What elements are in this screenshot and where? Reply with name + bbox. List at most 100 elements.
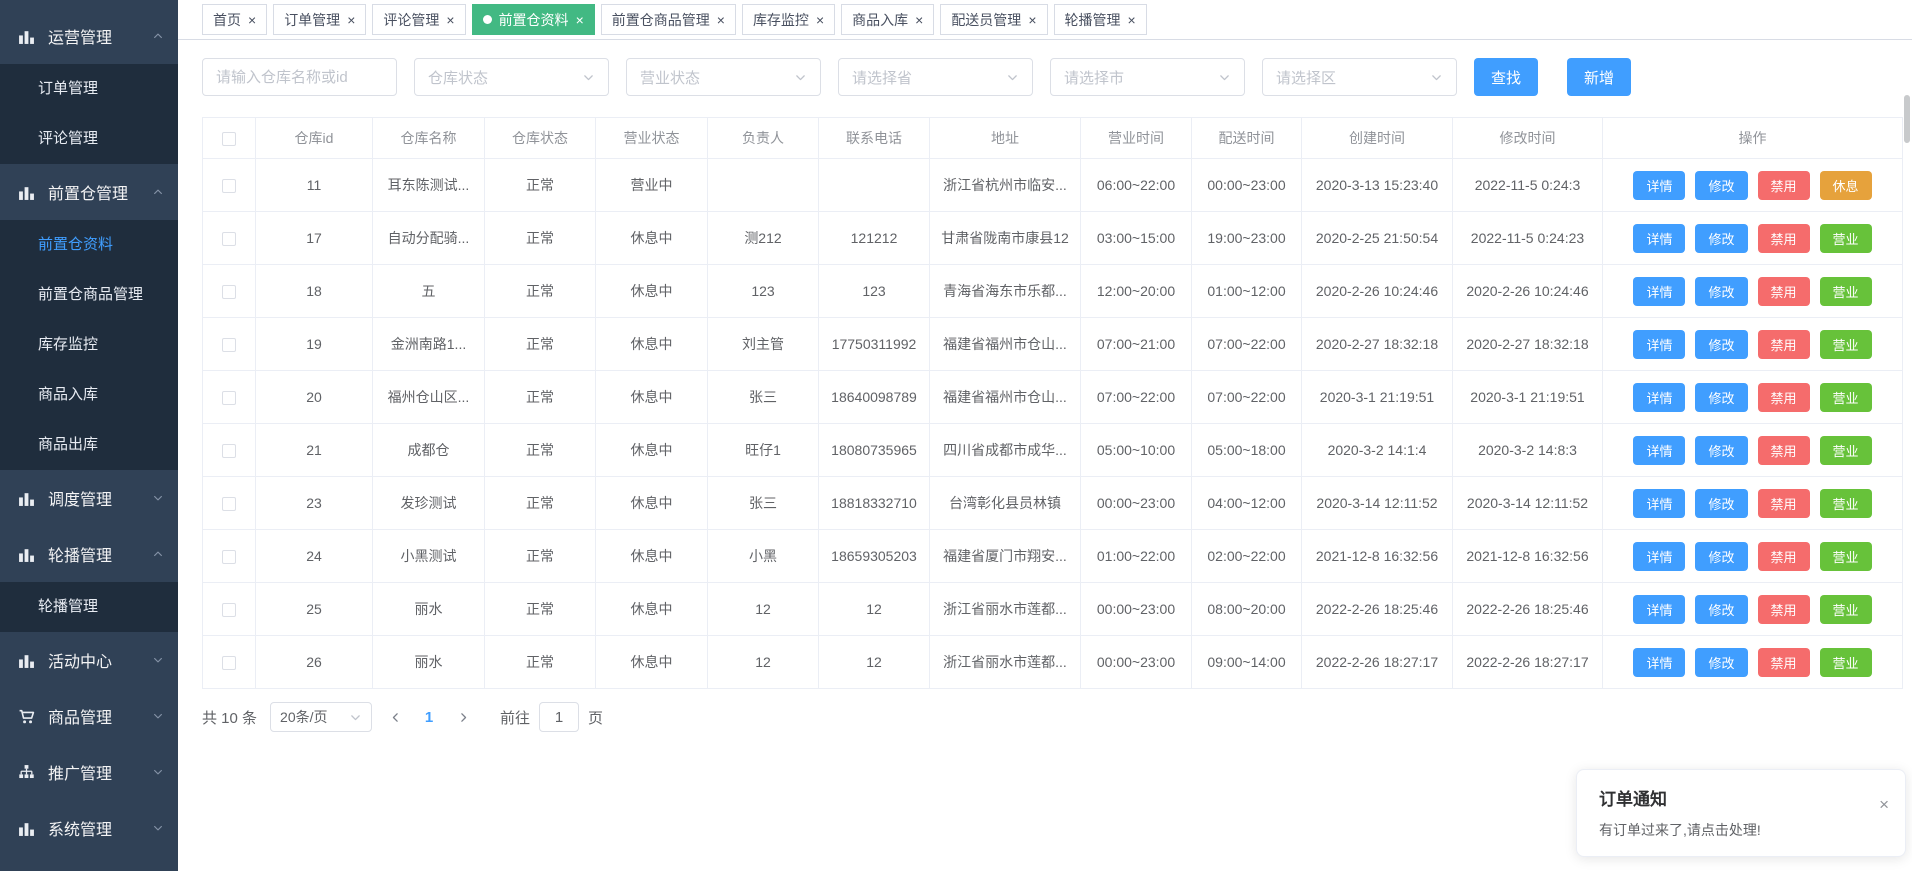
toggle-business-button[interactable]: 营业 xyxy=(1820,330,1872,359)
sidebar-subitem-1-2[interactable]: 库存监控 xyxy=(0,320,178,370)
toggle-business-button[interactable]: 营业 xyxy=(1820,383,1872,412)
detail-button[interactable]: 详情 xyxy=(1633,171,1685,200)
tab-6[interactable]: 商品入库× xyxy=(841,4,934,35)
sidebar-item-1[interactable]: 前置仓管理 xyxy=(0,164,178,220)
row-checkbox[interactable] xyxy=(222,444,236,458)
scrollbar-thumb[interactable] xyxy=(1904,95,1910,143)
sidebar-subitem-1-0[interactable]: 前置仓资料 xyxy=(0,220,178,270)
row-checkbox[interactable] xyxy=(222,656,236,670)
sidebar-item-4[interactable]: 活动中心 xyxy=(0,632,178,688)
disable-button[interactable]: 禁用 xyxy=(1758,648,1810,677)
row-checkbox[interactable] xyxy=(222,179,236,193)
detail-button[interactable]: 详情 xyxy=(1633,489,1685,518)
row-checkbox[interactable] xyxy=(222,391,236,405)
notification-close-icon[interactable]: × xyxy=(1879,796,1889,813)
disable-button[interactable]: 禁用 xyxy=(1758,595,1810,624)
disable-button[interactable]: 禁用 xyxy=(1758,542,1810,571)
page-size-select[interactable]: 20条/页 xyxy=(270,702,372,732)
row-checkbox[interactable] xyxy=(222,338,236,352)
sidebar-subitem-0-0[interactable]: 订单管理 xyxy=(0,64,178,114)
tab-close-icon[interactable]: × xyxy=(1028,13,1036,27)
tab-0[interactable]: 首页× xyxy=(202,4,267,35)
disable-button[interactable]: 禁用 xyxy=(1758,277,1810,306)
disable-button[interactable]: 禁用 xyxy=(1758,383,1810,412)
tab-5[interactable]: 库存监控× xyxy=(742,4,835,35)
tab-close-icon[interactable]: × xyxy=(1128,13,1136,27)
disable-button[interactable]: 禁用 xyxy=(1758,224,1810,253)
sidebar-subitem-3-0[interactable]: 轮播管理 xyxy=(0,582,178,632)
sidebar-item-3[interactable]: 轮播管理 xyxy=(0,526,178,582)
filter-select-1[interactable]: 营业状态 xyxy=(626,58,821,96)
sidebar-item-0[interactable]: 运营管理 xyxy=(0,8,178,64)
disable-button[interactable]: 禁用 xyxy=(1758,171,1810,200)
sidebar-item-2[interactable]: 调度管理 xyxy=(0,470,178,526)
edit-button[interactable]: 修改 xyxy=(1695,436,1747,465)
tab-4[interactable]: 前置仓商品管理× xyxy=(601,4,736,35)
disable-button[interactable]: 禁用 xyxy=(1758,330,1810,359)
detail-button[interactable]: 详情 xyxy=(1633,436,1685,465)
next-page-button[interactable] xyxy=(448,702,478,732)
filter-select-0[interactable]: 仓库状态 xyxy=(414,58,609,96)
edit-button[interactable]: 修改 xyxy=(1695,489,1747,518)
edit-button[interactable]: 修改 xyxy=(1695,330,1747,359)
tab-close-icon[interactable]: × xyxy=(347,13,355,27)
toggle-business-button[interactable]: 休息 xyxy=(1820,171,1872,200)
filter-select-2[interactable]: 请选择省 xyxy=(838,58,1033,96)
prev-page-button[interactable] xyxy=(380,702,410,732)
tab-close-icon[interactable]: × xyxy=(816,13,824,27)
current-page[interactable]: 1 xyxy=(418,709,440,726)
sidebar-item-6[interactable]: 推广管理 xyxy=(0,744,178,800)
tab-7[interactable]: 配送员管理× xyxy=(940,4,1047,35)
toggle-business-button[interactable]: 营业 xyxy=(1820,542,1872,571)
toggle-business-button[interactable]: 营业 xyxy=(1820,489,1872,518)
toggle-business-button[interactable]: 营业 xyxy=(1820,436,1872,465)
toggle-business-button[interactable]: 营业 xyxy=(1820,595,1872,624)
row-checkbox[interactable] xyxy=(222,550,236,564)
row-checkbox[interactable] xyxy=(222,603,236,617)
tab-2[interactable]: 评论管理× xyxy=(372,4,465,35)
detail-button[interactable]: 详情 xyxy=(1633,542,1685,571)
toggle-business-button[interactable]: 营业 xyxy=(1820,224,1872,253)
add-button[interactable]: 新增 xyxy=(1567,58,1631,96)
tab-1[interactable]: 订单管理× xyxy=(273,4,366,35)
goto-page-input[interactable] xyxy=(539,702,579,732)
sidebar-subitem-1-3[interactable]: 商品入库 xyxy=(0,370,178,420)
edit-button[interactable]: 修改 xyxy=(1695,383,1747,412)
disable-button[interactable]: 禁用 xyxy=(1758,489,1810,518)
edit-button[interactable]: 修改 xyxy=(1695,171,1747,200)
detail-button[interactable]: 详情 xyxy=(1633,224,1685,253)
sidebar-item-5[interactable]: 商品管理 xyxy=(0,688,178,744)
row-checkbox[interactable] xyxy=(222,497,236,511)
detail-button[interactable]: 详情 xyxy=(1633,383,1685,412)
edit-button[interactable]: 修改 xyxy=(1695,224,1747,253)
tab-close-icon[interactable]: × xyxy=(717,13,725,27)
search-button[interactable]: 查找 xyxy=(1474,58,1538,96)
sidebar-subitem-1-1[interactable]: 前置仓商品管理 xyxy=(0,270,178,320)
detail-button[interactable]: 详情 xyxy=(1633,595,1685,624)
filter-select-4[interactable]: 请选择区 xyxy=(1262,58,1457,96)
disable-button[interactable]: 禁用 xyxy=(1758,436,1810,465)
tab-3[interactable]: 前置仓资料× xyxy=(472,4,595,35)
sidebar-subitem-1-4[interactable]: 商品出库 xyxy=(0,420,178,470)
row-checkbox[interactable] xyxy=(222,285,236,299)
tab-close-icon[interactable]: × xyxy=(915,13,923,27)
filter-select-3[interactable]: 请选择市 xyxy=(1050,58,1245,96)
toggle-business-button[interactable]: 营业 xyxy=(1820,277,1872,306)
sidebar-item-7[interactable]: 系统管理 xyxy=(0,800,178,856)
select-all-checkbox[interactable] xyxy=(222,132,236,146)
edit-button[interactable]: 修改 xyxy=(1695,542,1747,571)
toggle-business-button[interactable]: 营业 xyxy=(1820,648,1872,677)
edit-button[interactable]: 修改 xyxy=(1695,595,1747,624)
detail-button[interactable]: 详情 xyxy=(1633,648,1685,677)
edit-button[interactable]: 修改 xyxy=(1695,648,1747,677)
row-checkbox[interactable] xyxy=(222,232,236,246)
sidebar-subitem-0-1[interactable]: 评论管理 xyxy=(0,114,178,164)
tab-8[interactable]: 轮播管理× xyxy=(1054,4,1147,35)
tab-close-icon[interactable]: × xyxy=(576,13,584,27)
warehouse-search-input[interactable] xyxy=(202,58,397,96)
detail-button[interactable]: 详情 xyxy=(1633,330,1685,359)
detail-button[interactable]: 详情 xyxy=(1633,277,1685,306)
tab-close-icon[interactable]: × xyxy=(248,13,256,27)
tab-close-icon[interactable]: × xyxy=(446,13,454,27)
edit-button[interactable]: 修改 xyxy=(1695,277,1747,306)
